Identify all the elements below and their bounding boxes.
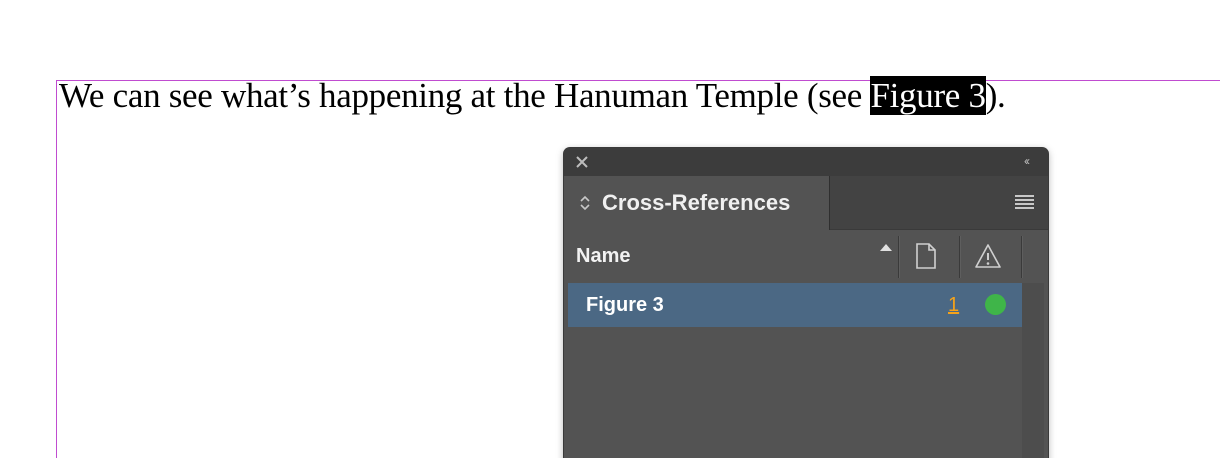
column-divider[interactable] (959, 236, 960, 278)
column-divider[interactable] (898, 236, 899, 278)
column-header-name[interactable]: Name (576, 244, 630, 268)
column-header-row: Name (564, 230, 1048, 282)
list-item-selected[interactable]: Figure 3 1 (568, 283, 1022, 327)
column-divider[interactable] (1021, 236, 1022, 278)
status-ok-icon (985, 294, 1006, 315)
tab-label: Cross-References (602, 190, 791, 215)
selected-cross-reference-text[interactable]: Figure 3 (870, 76, 986, 115)
cross-reference-list[interactable]: Figure 3 1 (568, 283, 1044, 458)
panel-menu-icon[interactable] (1015, 195, 1034, 209)
frame-guide-left (56, 80, 57, 458)
paragraph-text-before[interactable]: We can see what’s happening at the Hanum… (59, 76, 870, 115)
panel-titlebar[interactable]: ‹‹ (564, 148, 1048, 177)
collapse-panel-icon[interactable]: ‹‹ (1016, 153, 1036, 169)
cross-reference-page-link[interactable]: 1 (948, 293, 959, 317)
paragraph-text-after[interactable]: ). (986, 76, 1006, 115)
tab-cross-references[interactable]: Cross-References (564, 176, 830, 230)
cross-reference-name: Figure 3 (586, 294, 664, 316)
page-icon[interactable] (914, 242, 938, 270)
tab-stepper-icon (580, 195, 590, 211)
scrollbar[interactable] (1022, 283, 1044, 458)
panel-tab-strip: Cross-References (564, 176, 1048, 230)
close-icon[interactable] (573, 153, 591, 171)
warning-icon[interactable] (974, 242, 1002, 270)
body-paragraph[interactable]: We can see what’s happening at the Hanum… (59, 74, 1006, 118)
sort-ascending-icon (880, 244, 892, 251)
cross-references-panel: ‹‹ Cross-References Name Figure 3 1 (564, 148, 1048, 458)
